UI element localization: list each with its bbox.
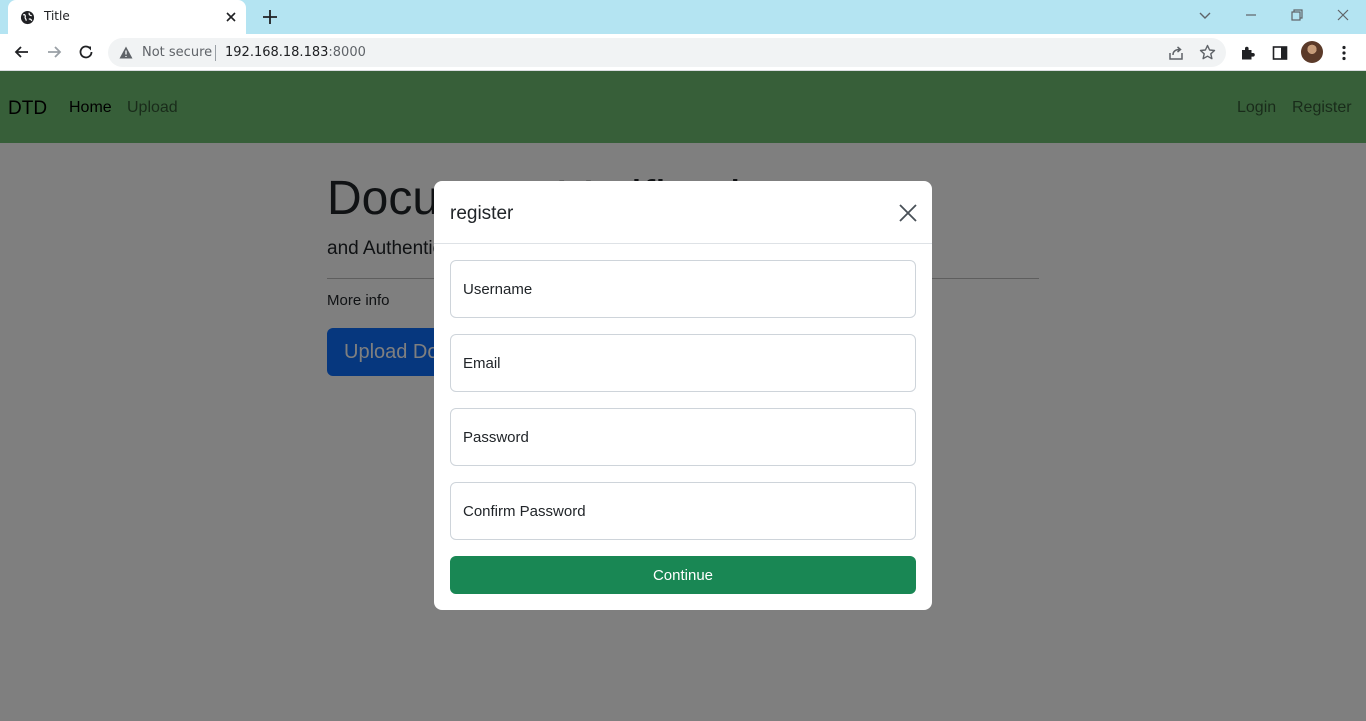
globe-icon (20, 10, 35, 25)
arrow-right-icon[interactable] (44, 42, 64, 62)
url-text[interactable]: 192.168.18.183:8000 (225, 45, 366, 60)
close-icon[interactable] (898, 203, 918, 223)
warning-icon[interactable] (119, 46, 133, 59)
kebab-menu-icon[interactable] (1335, 44, 1353, 62)
side-panel-icon[interactable] (1271, 44, 1289, 62)
puzzle-icon[interactable] (1239, 44, 1257, 62)
modal-title: register (450, 203, 514, 224)
reload-icon[interactable] (76, 42, 96, 62)
address-separator (215, 45, 216, 61)
chevron-down-icon[interactable] (1197, 7, 1213, 23)
security-status[interactable]: Not secure (142, 45, 212, 60)
restore-icon[interactable] (1289, 7, 1305, 23)
page-content: DTD Home Upload Login Register Document … (0, 71, 1366, 721)
browser-toolbar: Not secure 192.168.18.183:8000 (0, 34, 1366, 71)
close-icon[interactable] (1335, 7, 1351, 23)
modal-header: register (434, 181, 932, 244)
star-icon[interactable] (1199, 44, 1216, 61)
arrow-left-icon[interactable] (12, 42, 32, 62)
minimize-icon[interactable] (1243, 7, 1259, 23)
url-host: 192.168.18.183 (225, 45, 329, 60)
share-icon[interactable] (1167, 44, 1185, 62)
avatar[interactable] (1301, 41, 1323, 63)
browser-tabstrip: Title (0, 0, 1366, 34)
plus-icon[interactable] (261, 8, 279, 26)
continue-button[interactable]: Continue (450, 556, 916, 594)
tab-title: Title (44, 9, 70, 23)
email-input[interactable] (450, 334, 916, 392)
address-bar[interactable]: Not secure 192.168.18.183:8000 (108, 38, 1226, 67)
browser-tab[interactable]: Title (8, 0, 246, 34)
username-input[interactable] (450, 260, 916, 318)
register-modal: register Continue (434, 181, 932, 610)
url-port: :8000 (328, 45, 366, 60)
close-icon[interactable] (223, 9, 239, 25)
confirm-password-input[interactable] (450, 482, 916, 540)
password-input[interactable] (450, 408, 916, 466)
